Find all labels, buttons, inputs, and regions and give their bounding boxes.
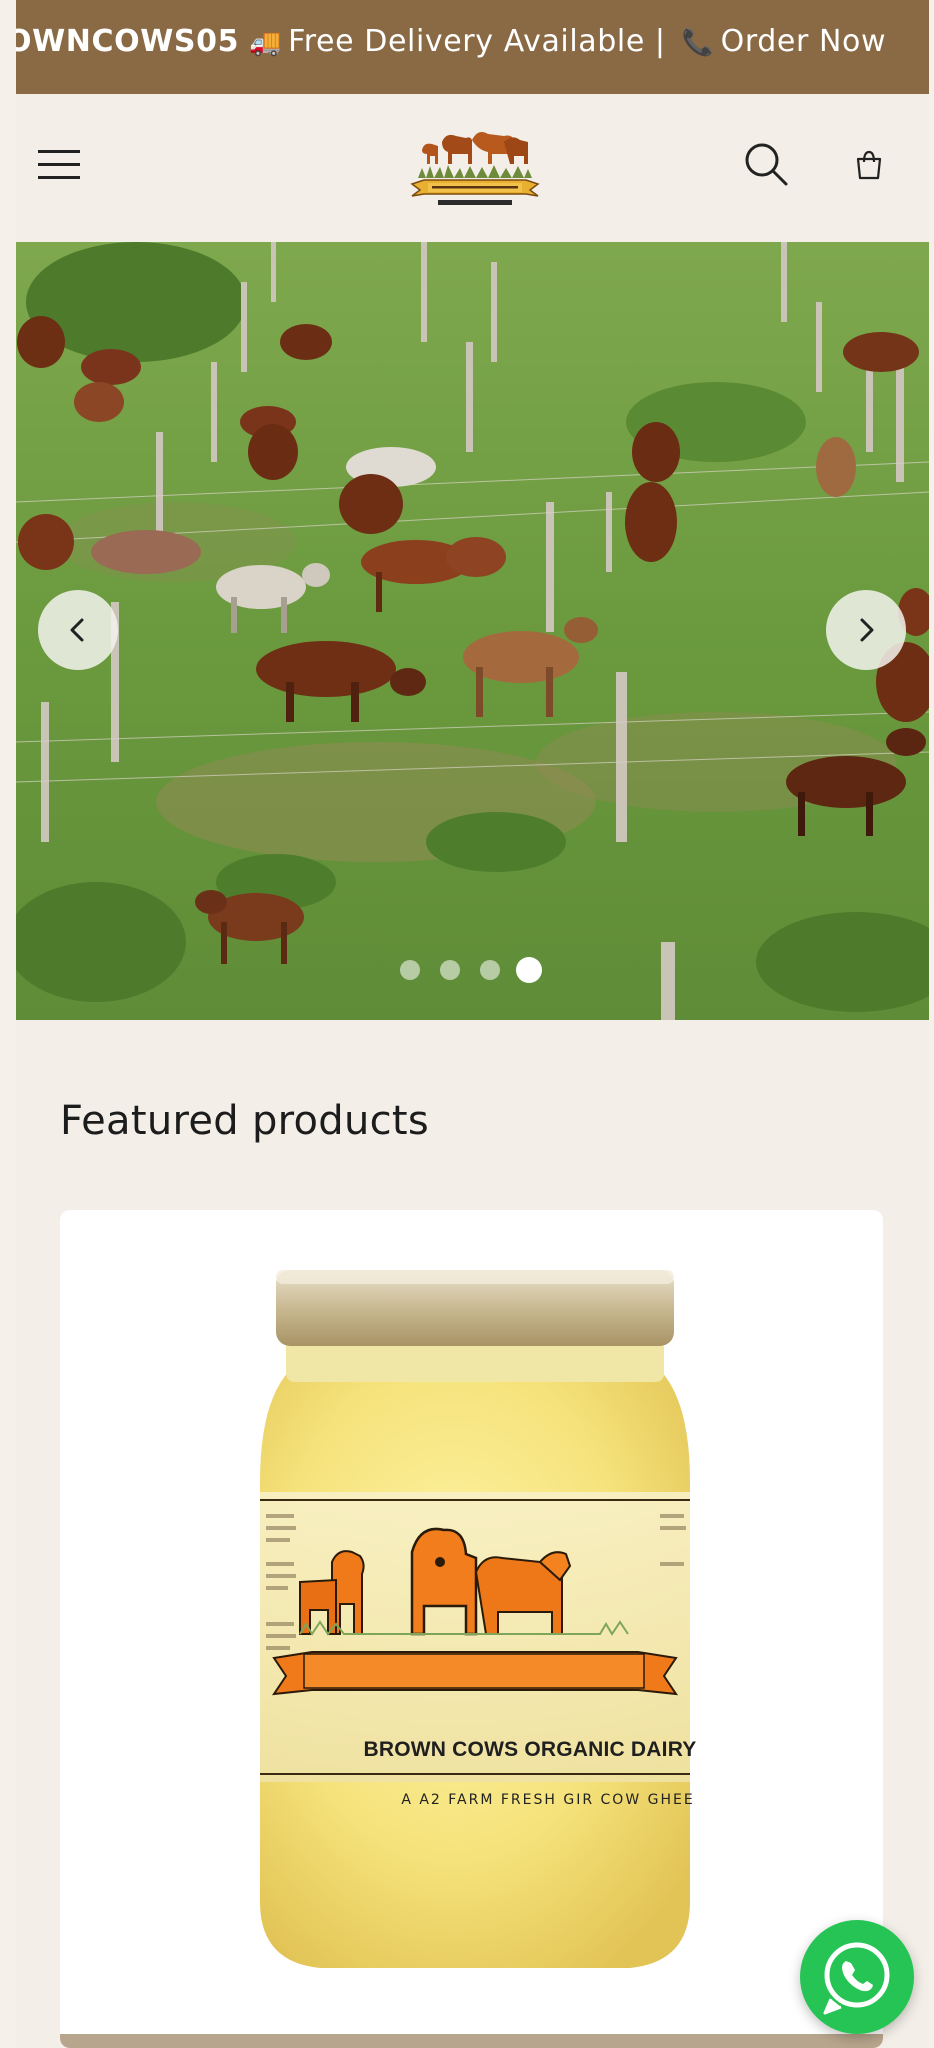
announcement-bar[interactable]: OWNCOWS05 🚚 Free Delivery Available | 📞 Order…: [16, 0, 929, 94]
slide-dot-1[interactable]: [400, 960, 420, 980]
site-header: [16, 94, 929, 240]
page: OWNCOWS05 🚚 Free Delivery Available | 📞 Order…: [16, 0, 929, 2048]
hero-image: [16, 242, 929, 1020]
coupon-code: OWNCOWS05: [16, 24, 240, 59]
announcement-text: OWNCOWS05 🚚 Free Delivery Available | 📞 Order…: [16, 24, 886, 59]
order-now-link[interactable]: Order Now: [721, 24, 887, 59]
product-label-title: BROWN COWS ORGANIC DAIRY: [363, 1738, 697, 1761]
chevron-left-icon: [70, 618, 84, 642]
slide-dot-2[interactable]: [440, 960, 460, 980]
product-card[interactable]: BROWN COWS ORGANIC DAIRY A A2 FARM FRESH…: [60, 1210, 883, 2048]
featured-products-heading: Featured products: [60, 1098, 430, 1144]
phone-icon: 📞: [681, 28, 715, 58]
hero-slideshow[interactable]: [16, 242, 929, 1020]
slide-dot-3[interactable]: [480, 960, 500, 980]
announcement-separator: |: [654, 24, 666, 59]
slide-dot-4-active[interactable]: [516, 957, 542, 983]
delivery-text: Free Delivery Available: [288, 24, 645, 59]
slideshow-next-button[interactable]: [826, 590, 906, 670]
truck-icon: 🚚: [249, 28, 283, 58]
whatsapp-chat-button[interactable]: [800, 1920, 914, 2034]
site-logo[interactable]: [408, 120, 542, 210]
cart-bag-icon[interactable]: [852, 148, 886, 182]
hamburger-icon[interactable]: [38, 144, 82, 184]
card-bottom-bar: [60, 2034, 883, 2048]
ghee-jar-image: [260, 1270, 690, 1968]
chevron-right-icon: [860, 618, 874, 642]
slideshow-prev-button[interactable]: [38, 590, 118, 670]
whatsapp-icon: [823, 1942, 890, 2015]
product-label-subtitle: A A2 FARM FRESH GIR COW GHEE: [401, 1792, 695, 1808]
search-icon[interactable]: [742, 140, 790, 188]
